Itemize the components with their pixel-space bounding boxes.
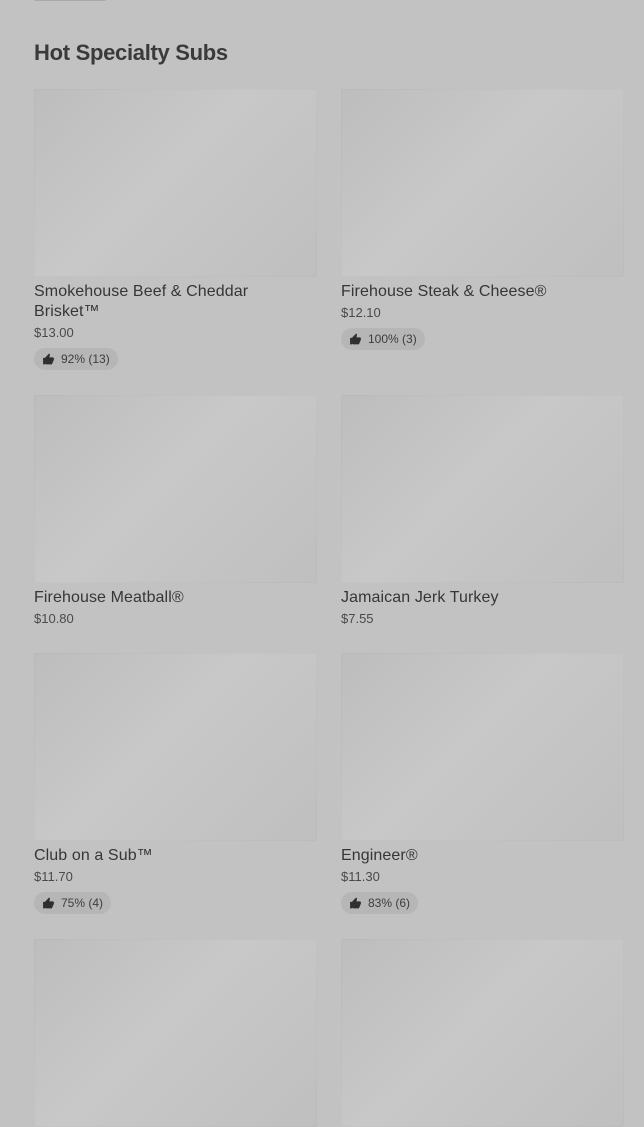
rating-badge: 75% (4) — [34, 892, 112, 914]
menu-item-card[interactable] — [341, 939, 624, 1127]
menu-item-price: $13.00 — [34, 325, 74, 340]
rating-text: 83% (6) — [368, 896, 411, 910]
menu-item-name: Firehouse Meatball® — [34, 589, 184, 606]
menu-item-name: Engineer® — [341, 847, 418, 864]
section-title: Hot Specialty Subs — [34, 40, 228, 65]
rating-text: 100% (3) — [368, 332, 417, 346]
menu-item-image[interactable] — [341, 653, 624, 841]
menu-item-price: $11.70 — [34, 869, 73, 884]
menu-item-image[interactable] — [34, 653, 317, 841]
menu-item-image[interactable] — [341, 395, 624, 583]
rating-badge: 100% (3) — [341, 328, 425, 350]
menu-item-image[interactable] — [34, 395, 317, 583]
menu-item-image[interactable] — [341, 939, 624, 1127]
menu-item-card[interactable]: Jamaican Jerk Turkey $7.55 — [341, 395, 624, 653]
menu-item-image[interactable] — [34, 939, 317, 1127]
rating-badge: 92% (13) — [34, 348, 118, 370]
rating-text: 92% (13) — [61, 352, 110, 366]
menu-item-name: Club on a Sub™ — [34, 847, 153, 864]
previous-section-remnant — [34, 0, 106, 1]
thumbs-up-icon — [349, 897, 362, 910]
thumbs-up-icon — [42, 897, 55, 910]
thumbs-up-icon — [349, 333, 362, 346]
menu-item-name: Firehouse Steak & Cheese® — [341, 283, 547, 300]
menu-item-name: Smokehouse Beef & Cheddar Brisket™ — [34, 283, 249, 320]
menu-item-card[interactable]: Smokehouse Beef & Cheddar Brisket™ $13.0… — [34, 89, 317, 395]
menu-item-image[interactable] — [341, 89, 624, 277]
menu-item-card[interactable] — [34, 939, 317, 1127]
menu-item-card[interactable]: Club on a Sub™ $11.70 75% (4) — [34, 653, 317, 939]
menu-item-price: $10.80 — [34, 611, 74, 626]
menu-item-grid: Smokehouse Beef & Cheddar Brisket™ $13.0… — [34, 89, 624, 1127]
menu-item-name: Jamaican Jerk Turkey — [341, 589, 499, 606]
rating-text: 75% (4) — [61, 896, 104, 910]
menu-item-card[interactable]: Firehouse Meatball® $10.80 — [34, 395, 317, 653]
menu-item-card[interactable]: Firehouse Steak & Cheese® $12.10 100% (3… — [341, 89, 624, 395]
thumbs-up-icon — [42, 353, 55, 366]
rating-badge: 83% (6) — [341, 892, 419, 914]
menu-item-card[interactable]: Engineer® $11.30 83% (6) — [341, 653, 624, 939]
menu-item-price: $7.55 — [341, 611, 374, 626]
menu-item-image[interactable] — [34, 89, 317, 277]
menu-item-price: $12.10 — [341, 305, 381, 320]
menu-item-price: $11.30 — [341, 869, 380, 884]
